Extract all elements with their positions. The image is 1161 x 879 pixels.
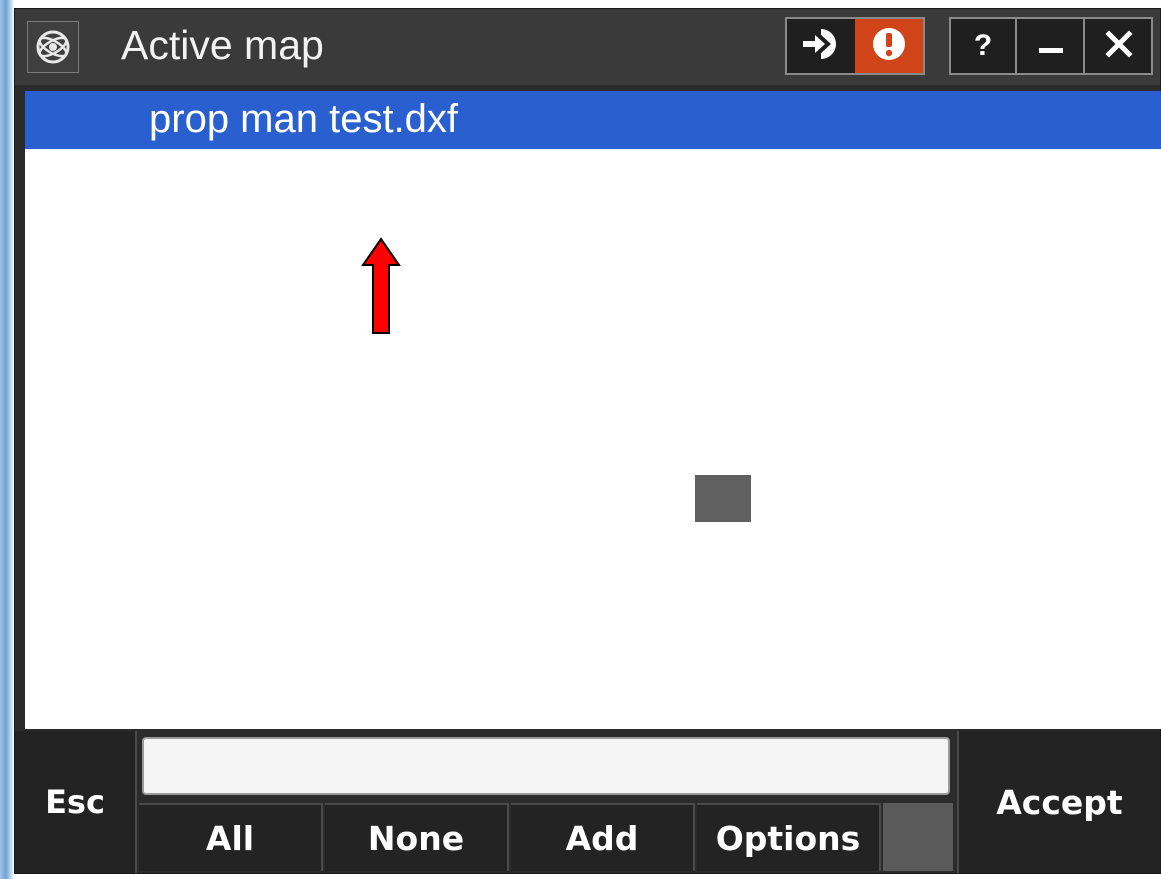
close-button[interactable]	[1087, 19, 1151, 73]
softkey-input-bar[interactable]	[142, 737, 950, 795]
close-icon	[1104, 29, 1134, 64]
status-button-group	[785, 17, 925, 75]
list-item-label: prop man test.dxf	[149, 97, 459, 141]
warning-icon	[871, 26, 907, 67]
softkey-all-label: All	[205, 818, 255, 858]
accept-button[interactable]: Accept	[957, 731, 1160, 873]
login-arrow-icon	[801, 27, 841, 66]
bottom-toolbar: Esc All None Add Options Accept	[15, 731, 1160, 873]
desktop-edge	[0, 0, 14, 879]
accept-label: Accept	[996, 783, 1123, 822]
esc-label: Esc	[45, 783, 105, 821]
help-label: ?	[973, 29, 993, 62]
window-title: Active map	[121, 22, 324, 68]
esc-button[interactable]: Esc	[15, 731, 137, 873]
softkey-add[interactable]: Add	[511, 803, 695, 871]
minimize-button[interactable]	[1019, 19, 1085, 73]
softkey-options-label: Options	[715, 818, 861, 858]
annotation-arrow-icon	[359, 237, 403, 342]
softkey-none[interactable]: None	[325, 803, 509, 871]
softkey-empty	[883, 803, 953, 871]
app-window: Active map ? prop man test.dxf Esc All N…	[14, 8, 1161, 874]
map-list: prop man test.dxf	[25, 91, 1161, 729]
softkey-none-label: None	[367, 818, 465, 858]
help-button[interactable]: ?	[951, 19, 1017, 73]
window-controls: ?	[949, 17, 1153, 75]
warning-button[interactable]	[855, 19, 923, 73]
softkey-options[interactable]: Options	[697, 803, 881, 871]
scroll-indicator	[695, 475, 751, 522]
title-bar: Active map ?	[15, 9, 1160, 85]
list-item-selected[interactable]: prop man test.dxf	[25, 91, 1161, 149]
login-button[interactable]	[787, 19, 855, 73]
softkey-add-label: Add	[565, 818, 639, 858]
softkey-all[interactable]: All	[139, 803, 323, 871]
minimize-icon	[1037, 30, 1065, 63]
app-logo-icon[interactable]	[27, 21, 79, 73]
